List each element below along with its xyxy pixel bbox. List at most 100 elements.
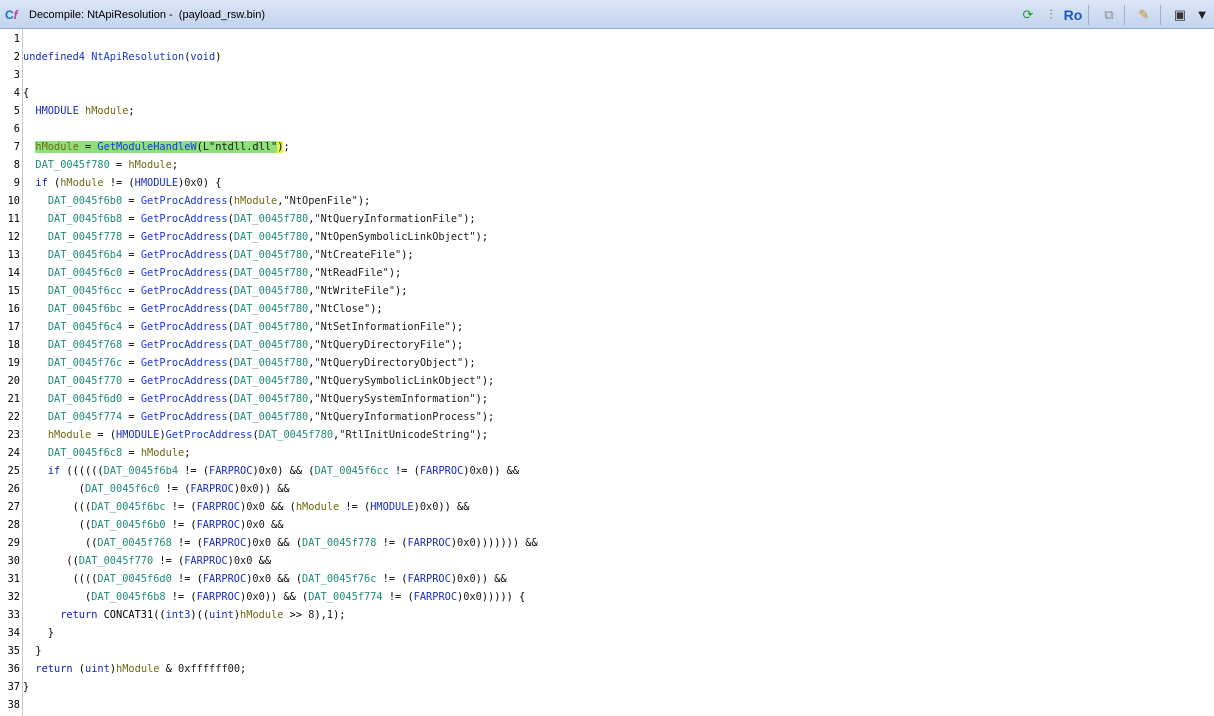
- code-text[interactable]: && (: [271, 573, 302, 585]
- string-token[interactable]: "RtlInitUnicodeString": [339, 429, 475, 441]
- variable-token[interactable]: hModule: [234, 195, 277, 207]
- code-text[interactable]: {: [23, 87, 29, 99]
- string-token[interactable]: "NtQueryDirectoryFile": [314, 339, 450, 351]
- code-text[interactable]: =: [122, 447, 141, 459]
- global-token[interactable]: DAT_0045f6b8: [48, 213, 122, 225]
- global-token[interactable]: DAT_0045f770: [48, 375, 122, 387]
- code-line[interactable]: 36 return (uint)hModule & 0xffffff00;: [0, 660, 1214, 678]
- code-line[interactable]: 27 (((DAT_0045f6bc != (FARPROC)0x0 && (h…: [0, 498, 1214, 516]
- global-token[interactable]: DAT_0045f6b8: [91, 591, 165, 603]
- code-line[interactable]: 35 }: [0, 642, 1214, 660]
- global-token[interactable]: DAT_0045f768: [97, 537, 171, 549]
- type-token[interactable]: FARPROC: [407, 537, 450, 549]
- global-token[interactable]: DAT_0045f6c0: [48, 267, 122, 279]
- code-text[interactable]: (DAT_0045f6b8 != (FARPROC)0x0)) && (DAT_…: [23, 588, 525, 606]
- global-token[interactable]: DAT_0045f6b4: [104, 465, 178, 477]
- number-token[interactable]: 0x0: [463, 591, 482, 603]
- code-text[interactable]: != (: [376, 573, 408, 585]
- code-text[interactable]: &&: [252, 555, 271, 567]
- code-text[interactable]: >>: [283, 609, 308, 621]
- code-text[interactable]: DAT_0045f768 = GetProcAddress(DAT_0045f7…: [23, 336, 463, 354]
- global-token[interactable]: DAT_0045f6cc: [314, 465, 388, 477]
- code-line[interactable]: 4{: [0, 84, 1214, 102]
- code-text[interactable]: );: [463, 357, 475, 369]
- code-text[interactable]: }: [23, 627, 54, 639]
- code-text[interactable]: != (: [172, 573, 203, 585]
- number-token[interactable]: 0x0: [246, 501, 265, 513]
- variable-token[interactable]: hModule: [128, 159, 171, 171]
- code-text[interactable]: != (: [172, 537, 203, 549]
- string-token[interactable]: L"ntdll.dll": [202, 141, 278, 153]
- string-token[interactable]: "NtClose": [314, 303, 370, 315]
- global-token[interactable]: DAT_0045f780: [234, 231, 308, 243]
- code-line[interactable]: 6: [0, 120, 1214, 138]
- code-text[interactable]: [23, 141, 35, 153]
- variable-token[interactable]: hModule: [85, 105, 128, 117]
- code-line[interactable]: 7 hModule = GetModuleHandleW(L"ntdll.dll…: [0, 138, 1214, 156]
- code-text[interactable]: )) &&: [438, 501, 469, 513]
- type-token[interactable]: HMODULE: [116, 429, 159, 441]
- copy-button[interactable]: ⧉: [1098, 5, 1120, 25]
- global-token[interactable]: DAT_0045f6b4: [48, 249, 122, 261]
- code-text[interactable]: [23, 267, 48, 279]
- code-text[interactable]: != (: [166, 501, 197, 513]
- code-text[interactable]: != (: [383, 591, 414, 603]
- code-text[interactable]: [23, 447, 48, 459]
- code-text[interactable]: ),: [314, 609, 326, 621]
- type-token[interactable]: FARPROC: [420, 465, 463, 477]
- number-token[interactable]: 0x0: [184, 177, 203, 189]
- number-token[interactable]: 0x0: [240, 483, 259, 495]
- keyword-token[interactable]: return: [35, 663, 72, 675]
- type-token[interactable]: FARPROC: [407, 573, 450, 585]
- function-token[interactable]: GetProcAddress: [166, 429, 253, 441]
- global-token[interactable]: DAT_0045f768: [48, 339, 122, 351]
- code-line[interactable]: 37}: [0, 678, 1214, 696]
- code-text[interactable]: DAT_0045f6d0 = GetProcAddress(DAT_0045f7…: [23, 390, 488, 408]
- global-token[interactable]: DAT_0045f780: [234, 249, 308, 261]
- code-text[interactable]: ): [215, 51, 221, 63]
- code-text[interactable]: ) {: [203, 177, 222, 189]
- function-token[interactable]: NtApiResolution: [91, 51, 184, 63]
- code-text[interactable]: }: [23, 645, 41, 657]
- string-token[interactable]: "NtQueryInformationProcess": [314, 411, 481, 423]
- global-token[interactable]: DAT_0045f780: [234, 339, 308, 351]
- type-token[interactable]: uint: [209, 609, 234, 621]
- code-text[interactable]: =: [110, 159, 129, 171]
- code-text[interactable]: [23, 375, 48, 387]
- refresh-button[interactable]: ⟳: [1018, 5, 1038, 25]
- code-text[interactable]: );: [482, 411, 494, 423]
- code-text[interactable]: );: [476, 393, 488, 405]
- global-token[interactable]: DAT_0045f770: [79, 555, 153, 567]
- code-line[interactable]: 16 DAT_0045f6bc = GetProcAddress(DAT_004…: [0, 300, 1214, 318]
- global-token[interactable]: DAT_0045f780: [234, 375, 308, 387]
- number-token[interactable]: 0xffffff00: [178, 663, 240, 675]
- code-text[interactable]: [23, 663, 35, 675]
- global-token[interactable]: DAT_0045f6c4: [48, 321, 122, 333]
- type-token[interactable]: FARPROC: [197, 501, 240, 513]
- code-text[interactable]: }: [23, 642, 41, 660]
- code-line[interactable]: 2 undefined4 NtApiResolution(void): [0, 48, 1214, 66]
- function-token[interactable]: GetProcAddress: [141, 321, 228, 333]
- string-token[interactable]: "NtQuerySystemInformation": [314, 393, 475, 405]
- code-text[interactable]: ((((: [23, 573, 98, 585]
- code-line[interactable]: 28 ((DAT_0045f6b0 != (FARPROC)0x0 &&: [0, 516, 1214, 534]
- code-line[interactable]: 19 DAT_0045f76c = GetProcAddress(DAT_004…: [0, 354, 1214, 372]
- global-token[interactable]: DAT_0045f780: [234, 303, 308, 315]
- type-token[interactable]: HMODULE: [370, 501, 413, 513]
- code-text[interactable]: (((DAT_0045f6bc != (FARPROC)0x0 && (hMod…: [23, 498, 470, 516]
- code-line[interactable]: 29 ((DAT_0045f768 != (FARPROC)0x0 && (DA…: [0, 534, 1214, 552]
- code-line[interactable]: 33 return CONCAT31((int3)((uint)hModule …: [0, 606, 1214, 624]
- global-token[interactable]: DAT_0045f6b0: [91, 519, 165, 531]
- function-token[interactable]: GetProcAddress: [141, 411, 228, 423]
- global-token[interactable]: DAT_0045f6c0: [85, 483, 159, 495]
- code-text[interactable]: != (: [166, 591, 197, 603]
- graph-button[interactable]: ⫶: [1042, 5, 1060, 25]
- code-text[interactable]: [23, 609, 60, 621]
- type-token[interactable]: int3: [166, 609, 191, 621]
- function-token[interactable]: GetProcAddress: [141, 267, 228, 279]
- code-text[interactable]: =: [122, 195, 141, 207]
- code-text[interactable]: return (uint)hModule & 0xffffff00;: [23, 660, 246, 678]
- code-text[interactable]: != (: [166, 519, 197, 531]
- type-token[interactable]: FARPROC: [197, 591, 240, 603]
- code-text[interactable]: )) &&: [488, 465, 519, 477]
